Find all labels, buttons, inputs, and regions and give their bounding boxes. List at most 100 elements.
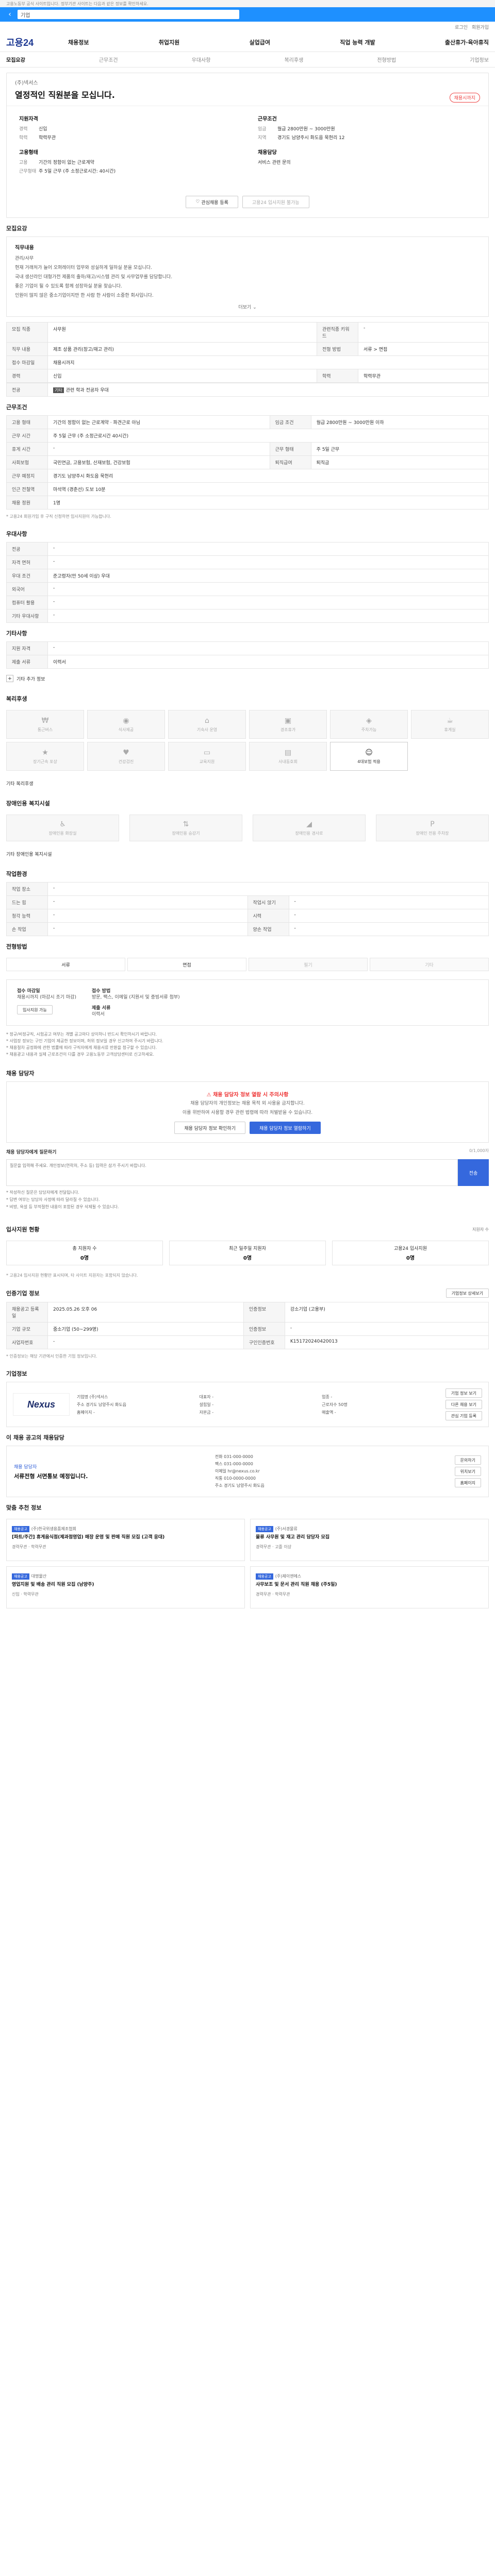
nav-item-leave[interactable]: 출산휴가·육아휴직 (445, 38, 489, 46)
recruiter-ask-button[interactable]: 문의하기 (454, 1455, 481, 1465)
more-button[interactable]: 더보기 ⌄ (15, 300, 480, 310)
workenv-section-title: 작업환경 (6, 871, 27, 877)
company-other-jobs-button[interactable]: 다른 채용 보기 (445, 1400, 482, 1409)
recruit-info-note: * 인증정보는 해당 기관에서 인증한 기업 정보입니다. (6, 1354, 97, 1359)
agency-title: 채용담당 (258, 150, 277, 156)
work_rows-value: 기간의 정함이 없는 근로계약 · 파견근로 아님 (47, 415, 270, 429)
career-label: 경력 (19, 127, 28, 132)
recruiter-label: 채용 담당자 (14, 1464, 37, 1470)
nav-item-employment-support[interactable]: 취업지원 (159, 38, 179, 46)
tab-hiring[interactable]: 전형방법 (377, 56, 396, 63)
contact-view-button[interactable]: 채용 담당자 정보 열람하기 (250, 1122, 321, 1134)
recruit_info_rows-value: - (284, 1322, 489, 1336)
building-icon: ▤ (284, 748, 292, 757)
recommend-card[interactable]: 채용공고 (주)서경물류 물류 사무원 및 재고 관리 담당자 모집 경력무관 · 고… (250, 1519, 489, 1561)
wage-value: 월급 2800만원 ~ 3000만원 (277, 127, 335, 132)
company-info: 기업명 (주)넥서스 대표자 - 업종 - 주소 경기도 남양주시 화도읍 설립일 - 근… (77, 1394, 438, 1415)
agency-value: 서비스 관련 문의 (258, 160, 291, 165)
recommend-head: 채용공고 (주)제이엔에스 (256, 1572, 483, 1580)
interest-button[interactable]: ♡ 관심채용 등록 (186, 196, 238, 208)
company-detail-button[interactable]: 기업정보 상세보기 (446, 1289, 489, 1298)
recommend-tag: 채용공고 (12, 1526, 29, 1532)
search-bar: ‹ 기업 (0, 7, 495, 22)
disabled-section-title: 장애인용 복지시설 (6, 800, 50, 807)
employment-value: 기간의 정함이 없는 근로계약 (39, 160, 94, 165)
welfare-item-label: 주차가능 (361, 727, 377, 732)
workenv_rows-value: - (47, 922, 248, 936)
disabled-etc: 기타 장애인용 복지시설 (6, 844, 489, 863)
recommend-meta: 경력무관 · 학력무관 (256, 1592, 290, 1597)
company-field: 매출액 - (322, 1410, 336, 1415)
nav-item-jobs[interactable]: 채용정보 (68, 38, 89, 46)
disabled-facility-item: ◢ 장애인용 경사로 (253, 815, 366, 841)
apply-note-line: * 채용절차 공정화에 관한 법률에 따라 구직자에게 채용서류 반환을 청구할… (6, 1045, 157, 1050)
welfare-item-label: 통근버스 (37, 727, 53, 732)
recruit_rows-label: 전형 방법 (316, 342, 358, 356)
search-input[interactable]: 기업 (18, 10, 239, 19)
work_rows-row: 사회보험 국민연금, 고용보험, 산재보험, 건강보험 퇴직급여 퇴직금 (6, 455, 489, 469)
site-logo[interactable]: 고용24 (6, 36, 58, 49)
tab-conditions[interactable]: 근무조건 (99, 56, 118, 63)
work_rows-label: 임금 조건 (269, 415, 311, 429)
pref_rows-label: 외국어 (6, 582, 48, 596)
recruit_info_rows-value: 강소기업 (고용부) (284, 1302, 489, 1323)
recruiter-detail: 직통 010-0000-0000 (214, 1476, 256, 1481)
signup-link[interactable]: 회원가입 (472, 24, 489, 30)
back-icon[interactable]: ‹ (6, 10, 13, 19)
nav-item-training[interactable]: 직업 능력 개발 (340, 38, 375, 46)
major-tag: 기타 (53, 387, 64, 393)
search-input-text: 기업 (21, 12, 30, 19)
workenv_rows-value: - (47, 895, 248, 909)
apply-possible-button[interactable]: 입사지원 가능 (17, 1005, 53, 1014)
recommend-card[interactable]: 채용공고 대명물산 영업지원 및 배송 관리 직원 모집 (남양주) 신입 · 학력무… (6, 1566, 245, 1608)
pref-section-title: 우대사항 (6, 531, 27, 537)
recruiter-home-button[interactable]: 홈페이지 (454, 1478, 481, 1487)
company-info-button[interactable]: 기업 정보 보기 (445, 1388, 482, 1398)
area-label: 지역 (258, 135, 267, 141)
work_rows-row: 근무 시간 주 5일 근무 (주 소정근로시간 40시간) (6, 429, 489, 443)
pref_rows-row: 전공 - (6, 542, 489, 556)
recruit_info_rows-label: 채용공고 등록일 (6, 1302, 48, 1323)
qualifications-title: 지원자격 (19, 116, 38, 122)
tab-company[interactable]: 기업정보 (470, 56, 489, 63)
login-link[interactable]: 로그인 (455, 24, 468, 30)
major-value: 관련 학과 전공자 우대 (65, 388, 109, 393)
pref_rows-label: 자격 면허 (6, 555, 48, 569)
tab-recruit[interactable]: 모집요강 (6, 56, 25, 63)
duties-line: 현재 거래처가 늘어 오퍼레이터 업무와 성실하게 일하실 분을 모십니다. (15, 265, 152, 270)
company-follow-button[interactable]: 관심 기업 등록 (445, 1411, 482, 1420)
apply-notes: * 정규/비정규직, 시험공고 여부는 개별 공고마다 상이하니 반드시 확인하… (6, 1026, 489, 1063)
work_rows-row: 채용 정원 1명 (6, 496, 489, 510)
disabled-facility-label: 장애인용 경사로 (295, 831, 323, 836)
recommend-card[interactable]: 채용공고 (주)한국위생용품제조협회 [파트/주간] 휴게음식점(제과점영업) 매장… (6, 1519, 245, 1561)
recommend-meta: 경력무관 · 고졸 이상 (256, 1545, 292, 1549)
etc-more-button[interactable]: + 기타 추가 정보 (6, 669, 489, 688)
welfare-item-label: 경조휴가 (280, 727, 296, 732)
contact-check-button[interactable]: 채용 담당자 정보 확인하기 (174, 1122, 245, 1134)
pref_rows-value: - (47, 609, 489, 623)
recruiter-map-button[interactable]: 위치보기 (454, 1467, 481, 1476)
pref_rows-value: - (47, 542, 489, 556)
inquiry-send-button[interactable]: 전송 (458, 1159, 489, 1186)
recruit_info_rows-value: 중소기업 (50~299명) (47, 1322, 244, 1336)
company-name[interactable]: (주)넥서스 (15, 78, 480, 86)
etc-table: 지원 자격 - 제출 서류 이력서 (6, 641, 489, 669)
status-stat: 총 지원자 수 0명 (6, 1241, 163, 1265)
employment-label: 고용 (19, 160, 28, 165)
job-title: 열정적인 직원분을 모십니다. (15, 90, 115, 100)
major-table: 전공 기타 관련 학과 전공자 우대 (6, 383, 489, 397)
work_rows-label: 근무 예정지 (6, 469, 48, 483)
status-stat-value: 0명 (243, 1256, 252, 1261)
tab-preferences[interactable]: 우대사항 (192, 56, 211, 63)
apply-disabled-button[interactable]: 고용24 입사지원 불가능 (242, 196, 309, 208)
nav-item-unemployment[interactable]: 실업급여 (249, 38, 270, 46)
recommend-card[interactable]: 채용공고 (주)제이엔에스 사무보조 및 문서 관리 직원 채용 (주5일) 경력무관… (250, 1566, 489, 1608)
recruit_rows-label: 경력 (6, 369, 48, 383)
tab-welfare[interactable]: 복리후생 (284, 56, 303, 63)
site-header: 고용24 채용정보 취업지원 실업급여 직업 능력 개발 출산휴가·육아휴직 (0, 32, 495, 52)
pref_rows-value: - (47, 555, 489, 569)
recruiter-detail: 주소 경기도 남양주시 화도읍 (214, 1483, 265, 1488)
welfare-item-label: 식사제공 (118, 727, 134, 732)
inquiry-textarea[interactable] (6, 1159, 458, 1186)
status-stat-label: 최근 일주일 지원자 (229, 1246, 266, 1251)
